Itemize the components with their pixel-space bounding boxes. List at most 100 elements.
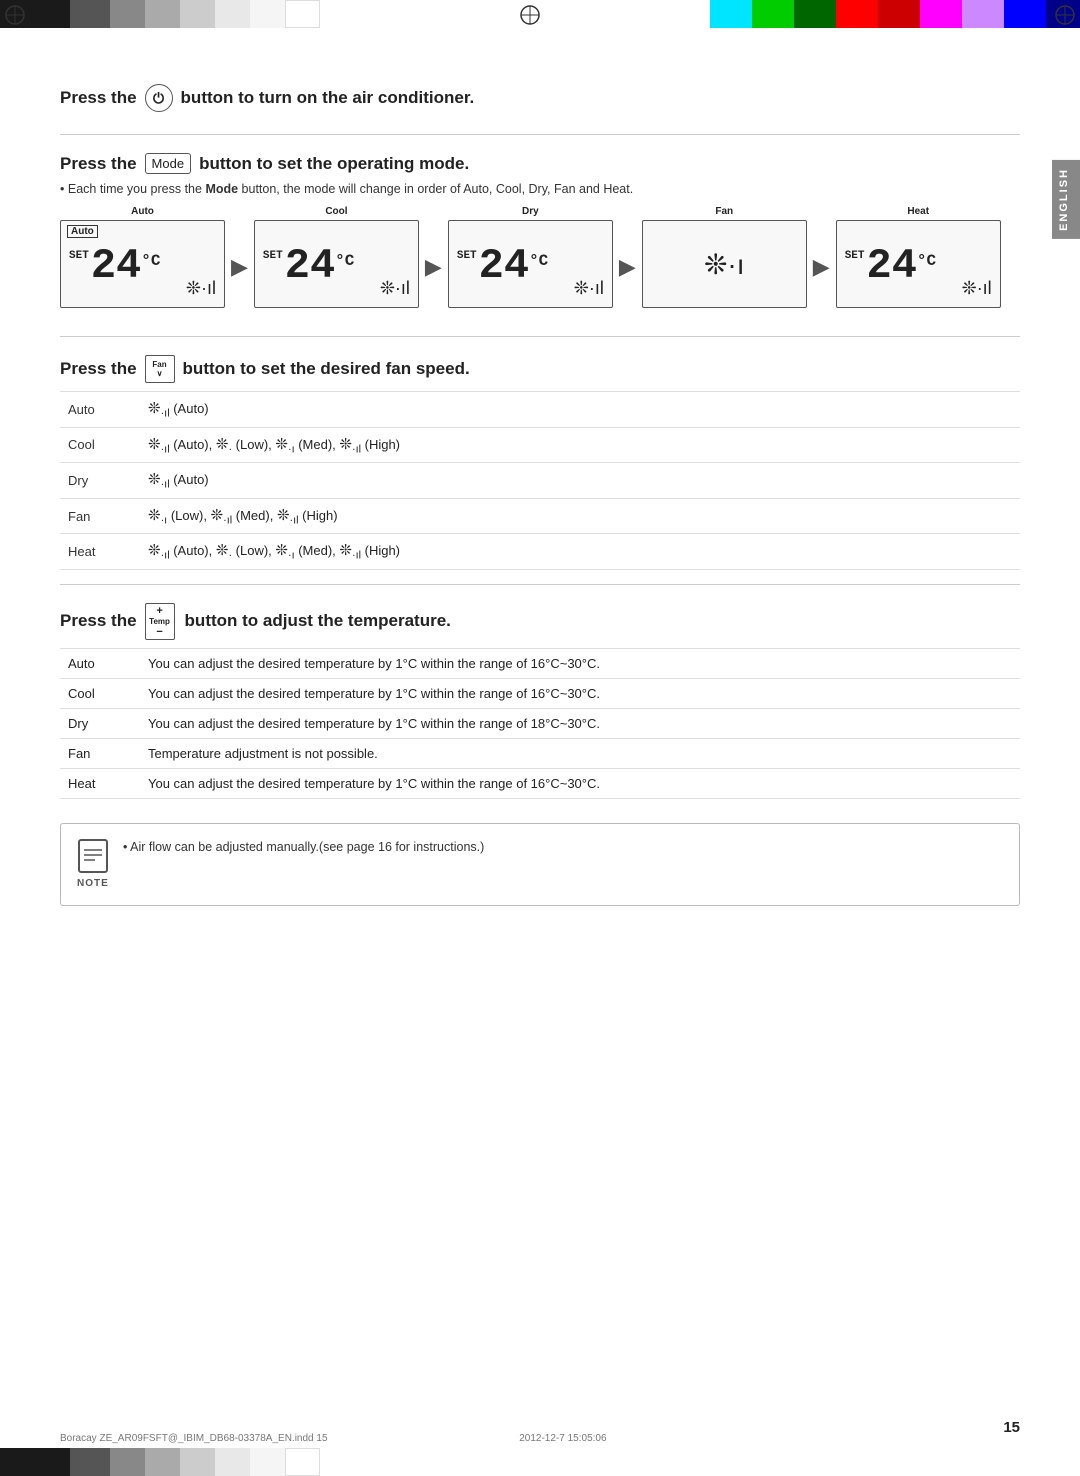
press-the-label: Press the — [60, 88, 137, 108]
section-fan: Press the Fan ∨ button to set the desire… — [60, 336, 1020, 580]
lcd-auto-display: Auto SET 24 °C ❊·ıl — [60, 220, 225, 308]
bullet-prefix: Each time you press the — [68, 182, 206, 196]
lcd-heat-display: SET 24 °C ❊·ıl — [836, 220, 1001, 308]
temp-plus: + — [156, 605, 162, 617]
lcd-dry-number: 24 — [479, 245, 529, 287]
temp-mode-cool: Cool — [60, 678, 140, 708]
lcd-fan-label: Fan — [715, 206, 733, 217]
color-bar-left — [0, 0, 380, 28]
lcd-dry-wrapper: Dry SET 24 °C ❊·ıl — [448, 206, 613, 308]
footer-date: 2012-12-7 15:05:06 — [519, 1433, 606, 1444]
temp-row-heat: Heat You can adjust the desired temperat… — [60, 768, 1020, 798]
lcd-mode-row: Auto Auto SET 24 °C ❊·ıl ▶ Cool SET — [60, 206, 1020, 308]
lcd-auto-wrapper: Auto Auto SET 24 °C ❊·ıl — [60, 206, 225, 308]
lcd-heat-deg: °C — [917, 253, 936, 269]
note-text: • Air flow can be adjusted manually.(see… — [123, 840, 484, 854]
section-mode: Press the Mode button to set the operati… — [60, 134, 1020, 332]
lcd-dry-temp: SET 24 °C — [457, 245, 548, 287]
temp-button-icon: + Temp − — [145, 603, 175, 640]
temp-title-suffix: button to adjust the temperature. — [185, 611, 451, 631]
lcd-cool-temp: SET 24 °C — [263, 245, 354, 287]
note-box: NOTE • Air flow can be adjusted manually… — [60, 823, 1020, 906]
section-power-title: Press the ⏻ button to turn on the air co… — [60, 84, 1020, 112]
arrow-1: ▶ — [231, 254, 248, 280]
fan-speed-table: Auto ❊·ıl (Auto) Cool ❊·ıl (Auto), ❊· (L… — [60, 391, 1020, 570]
note-label: NOTE — [77, 878, 109, 889]
mode-bullet: • Each time you press the Mode button, t… — [60, 182, 1020, 196]
lcd-fan-display: ❊·ı — [642, 220, 807, 308]
temp-mode-heat: Heat — [60, 768, 140, 798]
temp-row-auto: Auto You can adjust the desired temperat… — [60, 648, 1020, 678]
mode-press-label: Press the — [60, 154, 137, 174]
section-mode-title: Press the Mode button to set the operati… — [60, 153, 1020, 174]
lcd-cool-fan-icon: ❊·ıl — [380, 278, 410, 299]
temp-desc-cool: You can adjust the desired temperature b… — [140, 678, 1020, 708]
lcd-auto-deg: °C — [141, 253, 160, 269]
section-fan-title: Press the Fan ∨ button to set the desire… — [60, 355, 1020, 383]
temp-minus: − — [156, 626, 162, 638]
lcd-heat-set: SET — [845, 251, 865, 262]
mode-title-suffix: button to set the operating mode. — [199, 154, 469, 174]
reg-mark-tr — [1054, 4, 1076, 26]
lcd-auto-set: SET — [69, 251, 89, 262]
color-bar-right — [710, 0, 1080, 28]
fan-btn-label: Fan — [152, 360, 166, 369]
lcd-cool-set: SET — [263, 251, 283, 262]
temp-desc-dry: You can adjust the desired temperature b… — [140, 708, 1020, 738]
fan-desc-dry: ❊·ıl (Auto) — [140, 463, 1020, 499]
fan-desc-auto: ❊·ıl (Auto) — [140, 392, 1020, 428]
lcd-auto-number: 24 — [91, 245, 141, 287]
lcd-dry-label: Dry — [522, 206, 539, 217]
lcd-dry-deg: °C — [529, 253, 548, 269]
main-content: Press the ⏻ button to turn on the air co… — [60, 80, 1020, 1396]
temp-desc-fan: Temperature adjustment is not possible. — [140, 738, 1020, 768]
temp-mode-dry: Dry — [60, 708, 140, 738]
fan-mode-dry: Dry — [60, 463, 140, 499]
lcd-dry-display: SET 24 °C ❊·ıl — [448, 220, 613, 308]
page-number: 15 — [1003, 1419, 1020, 1436]
temp-row-fan: Fan Temperature adjustment is not possib… — [60, 738, 1020, 768]
arrow-3: ▶ — [619, 254, 636, 280]
mode-button-icon: Mode — [145, 153, 192, 174]
lcd-cool-number: 24 — [285, 245, 335, 287]
temp-desc-auto: You can adjust the desired temperature b… — [140, 648, 1020, 678]
temp-range-table: Auto You can adjust the desired temperat… — [60, 648, 1020, 799]
fan-row-fan: Fan ❊·ı (Low), ❊·ıl (Med), ❊·ıl (High) — [60, 498, 1020, 534]
temp-label: Temp — [149, 617, 170, 626]
section-temp: Press the + Temp − button to adjust the … — [60, 584, 1020, 809]
power-button-icon: ⏻ — [145, 84, 173, 112]
temp-mode-fan: Fan — [60, 738, 140, 768]
lcd-auto-mode-label: Auto — [67, 225, 98, 238]
note-content: • Air flow can be adjusted manually.(see… — [123, 838, 484, 854]
bullet-bold: Mode — [205, 182, 238, 196]
fan-mode-cool: Cool — [60, 427, 140, 463]
fan-btn-chevron: ∨ — [157, 369, 163, 378]
lcd-cool-display: SET 24 °C ❊·ıl — [254, 220, 419, 308]
note-document-icon — [77, 838, 109, 878]
temp-desc-heat: You can adjust the desired temperature b… — [140, 768, 1020, 798]
temp-row-cool: Cool You can adjust the desired temperat… — [60, 678, 1020, 708]
fan-row-auto: Auto ❊·ıl (Auto) — [60, 392, 1020, 428]
note-icon-wrapper: NOTE — [77, 838, 109, 891]
fan-row-heat: Heat ❊·ıl (Auto), ❊· (Low), ❊·ı (Med), ❊… — [60, 534, 1020, 570]
fan-desc-heat: ❊·ıl (Auto), ❊· (Low), ❊·ı (Med), ❊·ıl (… — [140, 534, 1020, 570]
lcd-cool-wrapper: Cool SET 24 °C ❊·ıl — [254, 206, 419, 308]
power-title-suffix: button to turn on the air conditioner. — [181, 88, 475, 108]
temp-press-label: Press the — [60, 611, 137, 631]
lcd-auto-label: Auto — [131, 206, 154, 217]
lcd-heat-temp: SET 24 °C — [845, 245, 936, 287]
bullet-suffix: button, the mode will change in order of… — [238, 182, 633, 196]
fan-button-icon: Fan ∨ — [145, 355, 175, 383]
footer-info: Boracay ZE_AR09FSFT@_IBIM_DB68-03378A_EN… — [60, 1433, 607, 1444]
lcd-cool-deg: °C — [335, 253, 354, 269]
fan-desc-cool: ❊·ıl (Auto), ❊· (Low), ❊·ı (Med), ❊·ıl (… — [140, 427, 1020, 463]
lcd-heat-label: Heat — [907, 206, 929, 217]
fan-mode-heat: Heat — [60, 534, 140, 570]
lcd-fan-icon: ❊·ı — [704, 248, 745, 281]
lcd-dry-set: SET — [457, 251, 477, 262]
section-power: Press the ⏻ button to turn on the air co… — [60, 80, 1020, 130]
footer-filename: Boracay ZE_AR09FSFT@_IBIM_DB68-03378A_EN… — [60, 1433, 328, 1444]
fan-press-label: Press the — [60, 359, 137, 379]
fan-mode-fan: Fan — [60, 498, 140, 534]
fan-row-cool: Cool ❊·ıl (Auto), ❊· (Low), ❊·ı (Med), ❊… — [60, 427, 1020, 463]
